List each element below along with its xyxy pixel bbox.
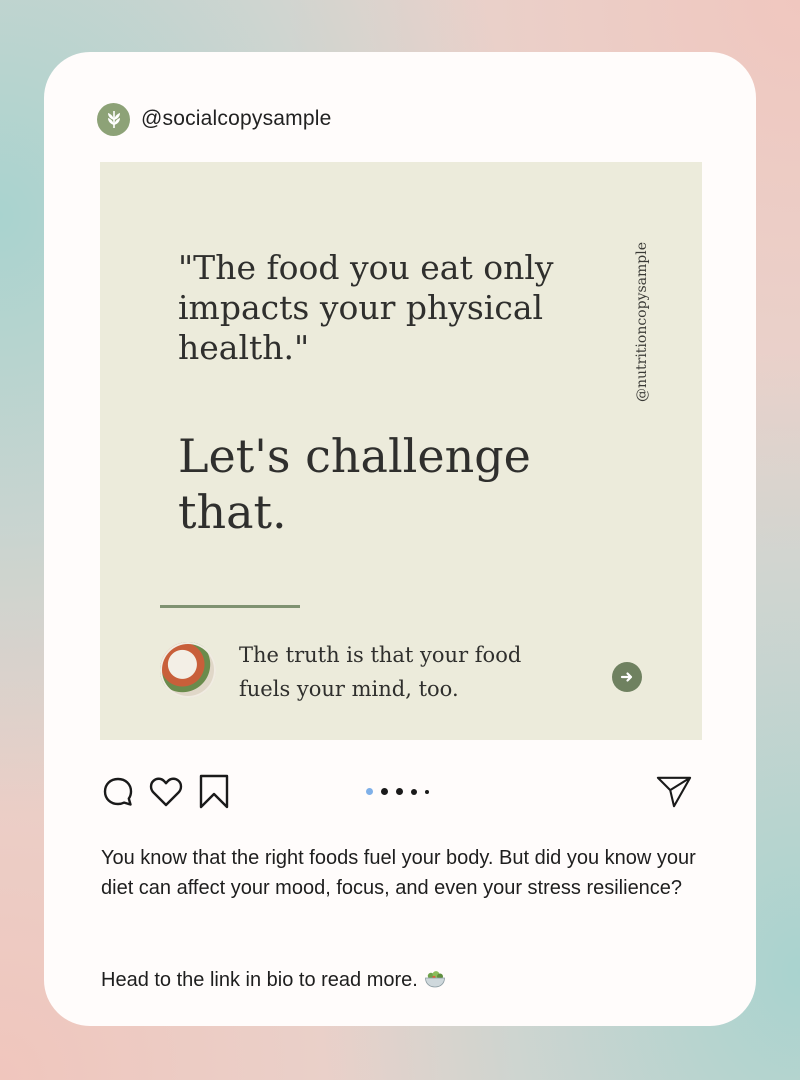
caption-cta-text: Head to the link in bio to read more. [101,969,418,991]
carousel-dot[interactable] [366,788,373,795]
heart-icon[interactable] [148,774,184,810]
divider-rule [160,605,300,608]
vertical-handle: @nutritioncopysample [634,241,650,403]
carousel-dot[interactable] [396,788,403,795]
carousel-dot[interactable] [425,789,429,794]
arrow-right-icon[interactable] [612,662,642,692]
carousel-dot[interactable] [381,788,388,795]
comment-icon[interactable] [100,774,136,810]
bookmark-icon[interactable] [196,774,232,810]
post-card: @socialcopysample "The food you eat only… [44,52,756,1026]
carousel-indicator [366,788,429,795]
post-subtext: The truth is that your food fuels your m… [239,643,522,701]
post-header: @socialcopysample [97,102,331,136]
food-thumbnail [160,642,216,698]
leaf-logo-icon[interactable] [97,102,130,136]
salad-bowl-icon [424,969,446,999]
account-handle[interactable]: @socialcopysample [141,107,331,131]
post-image[interactable]: "The food you eat only impacts your phys… [100,162,702,740]
send-icon[interactable] [656,774,692,810]
post-quote: "The food you eat only impacts your phys… [178,248,554,367]
carousel-dot[interactable] [411,788,417,795]
post-actions-bar [100,774,702,814]
post-caption: You know that the right foods fuel your … [101,847,696,899]
post-caption-cta: Head to the link in bio to read more. [101,966,701,999]
post-headline: Let's challenge that. [178,429,531,539]
